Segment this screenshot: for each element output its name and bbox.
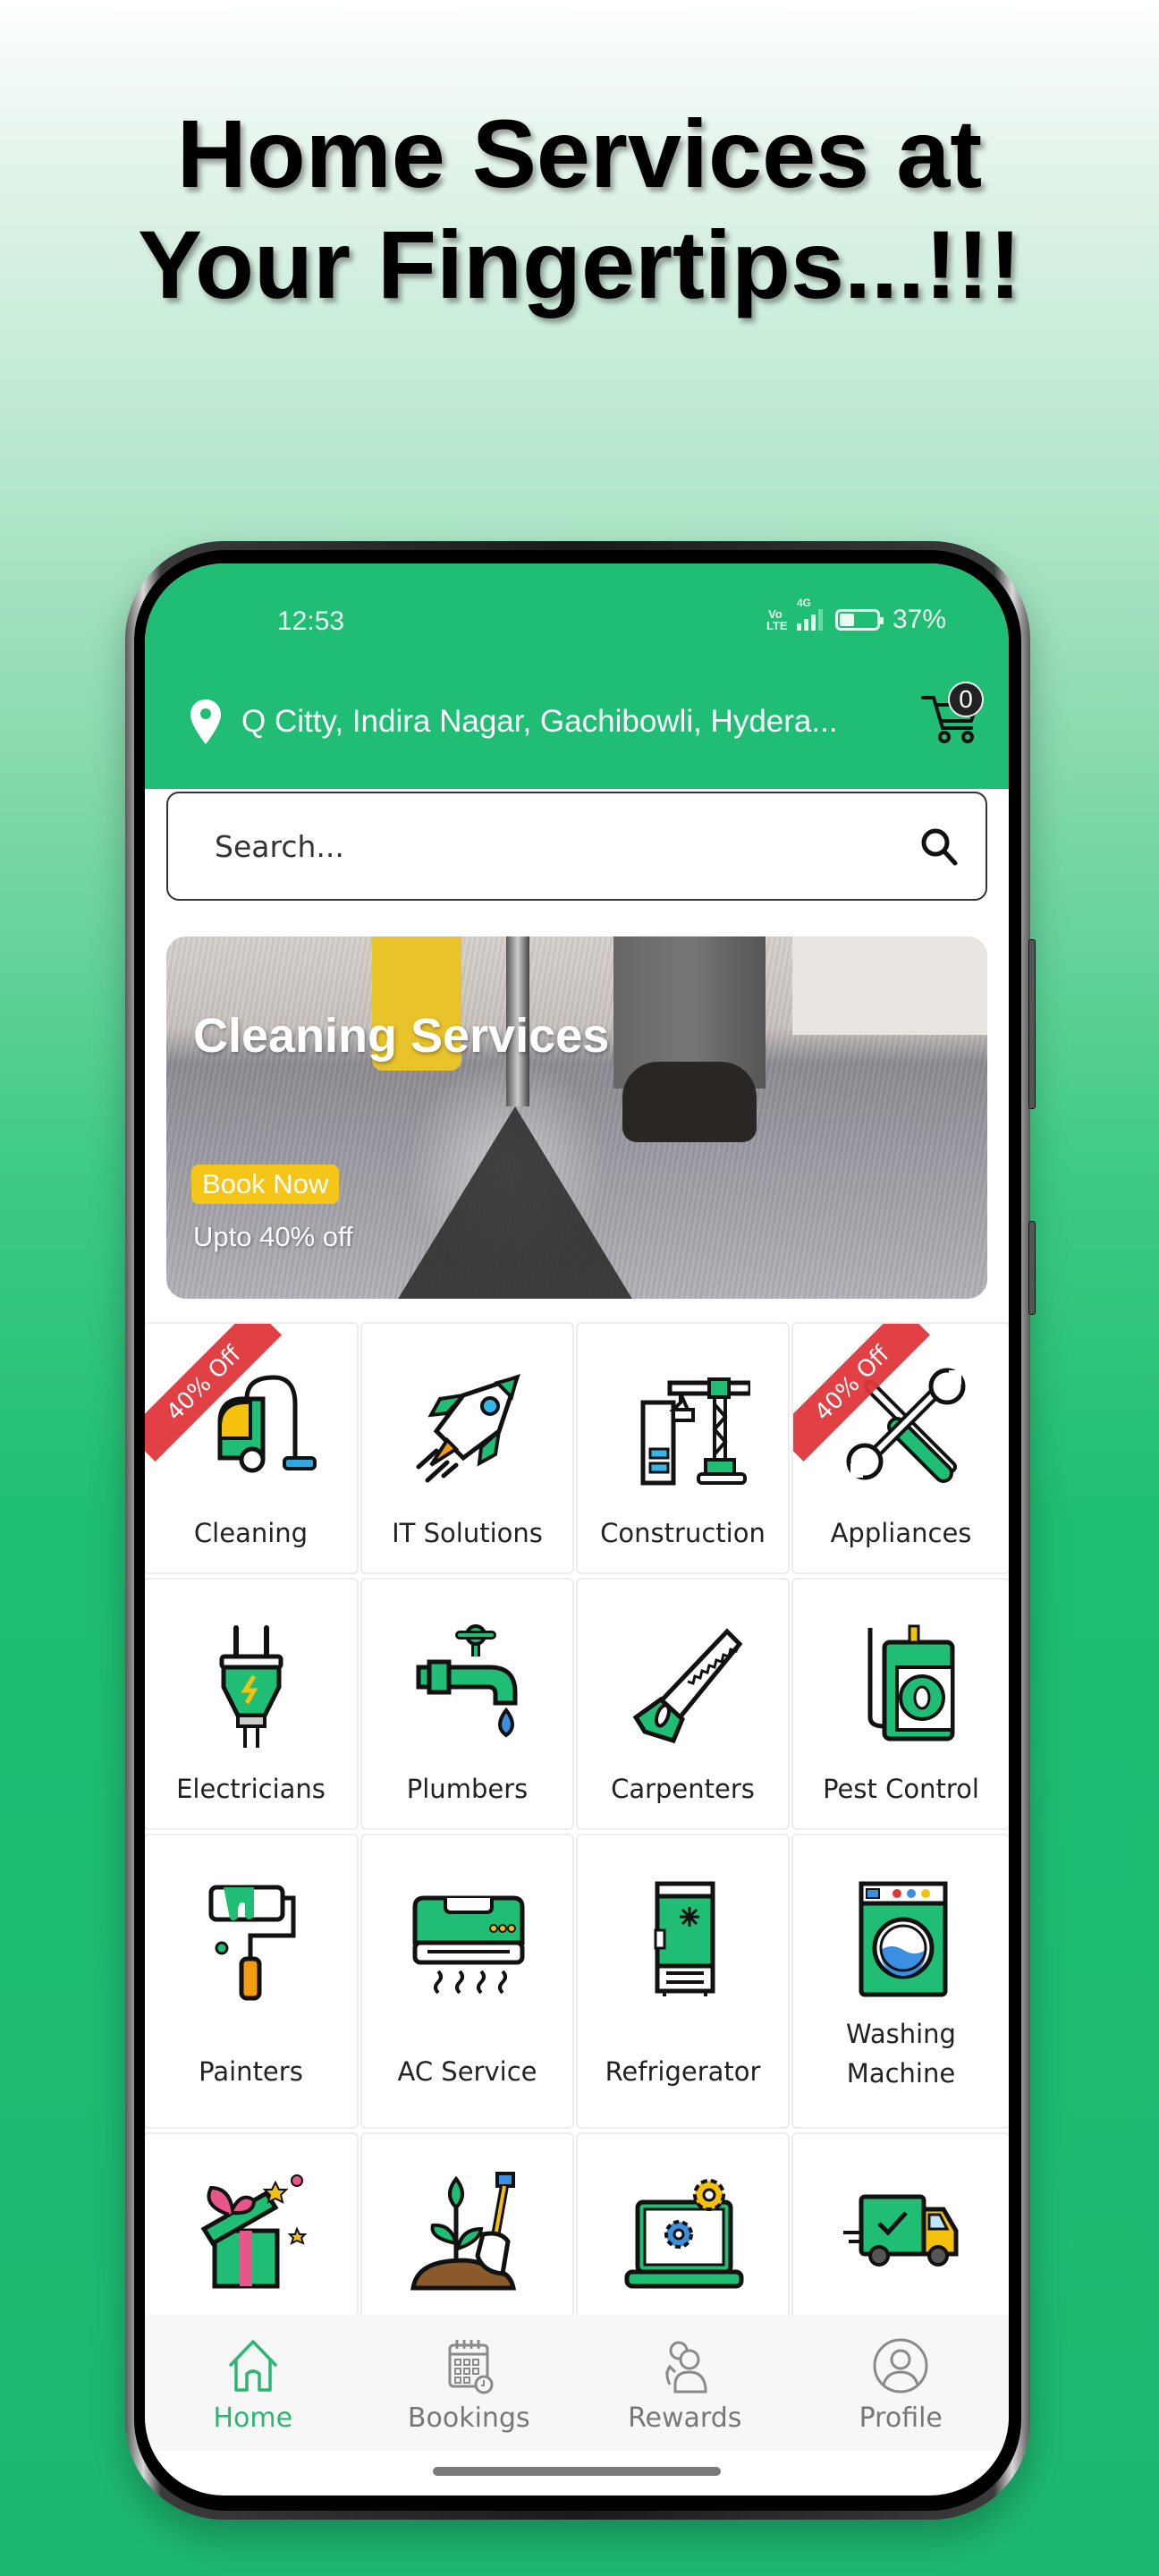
location-selector[interactable]: Q Citty, Indira Nagar, Gachibowli, Hyder… [188,698,838,746]
category-tile-it-solutions[interactable]: IT Solutions [362,1324,572,1572]
category-label-line1: Washing [846,2019,956,2049]
battery-level [839,614,855,626]
banner-image-shoe [622,1062,757,1142]
category-label: Carpenters [611,1774,755,1804]
category-label: AC Service [397,2056,537,2087]
category-label: Construction [600,1518,766,1548]
plug-icon [219,1625,283,1748]
promo-banner[interactable]: Cleaning Services Book Now Upto 40% off [166,936,987,1299]
app-header: 12:53 Vo LTE 4G 37% Q Citty, Indira Naga… [145,564,1009,789]
category-label: Washing Machine [793,2014,1009,2093]
category-label: Refrigerator [605,2056,761,2087]
category-tile-appliances[interactable]: 40% Off Appliances [793,1324,1009,1572]
status-icons: Vo LTE 4G 37% [766,597,946,635]
nav-label: Bookings [407,2402,530,2434]
washing-machine-icon [859,1881,947,1997]
book-now-button[interactable]: Book Now [191,1165,340,1204]
nav-tab-rewards[interactable]: Rewards [577,2315,793,2451]
signal-icon: 4G [796,597,823,631]
cart-count-badge: 0 [948,682,984,717]
search-bar[interactable] [166,792,987,901]
status-time: 12:53 [277,606,345,636]
gift-box-icon [200,2174,307,2289]
user-circle-icon [873,2338,928,2394]
rocket-icon [416,1374,520,1483]
nav-tab-profile[interactable]: Profile [793,2315,1010,2451]
air-conditioner-icon [412,1895,524,1995]
category-tile-pest-control[interactable]: Pest Control [793,1580,1009,1828]
category-label: Painters [199,2056,303,2087]
promo-headline-line1: Home Services at [176,99,983,208]
paint-roller-icon [208,1885,295,2001]
promo-headline-line2: Your Fingertips...!!! [138,210,1021,318]
category-tile-plumbers[interactable]: Plumbers [362,1580,572,1828]
location-text: Q Citty, Indira Nagar, Gachibowli, Hyder… [241,704,838,739]
category-tile-ac-service[interactable]: AC Service [362,1835,572,2127]
category-label: Pest Control [823,1774,979,1804]
map-pin-icon [190,699,221,744]
banner-image-sofa [792,936,987,1035]
home-indicator[interactable] [433,2467,721,2476]
category-tile-construction[interactable]: Construction [578,1324,788,1572]
category-label: IT Solutions [392,1518,543,1548]
laptop-gears-icon [624,2179,743,2289]
volte-icon: Vo LTE [766,608,788,632]
network-type: 4G [796,597,811,609]
category-tile-electricians[interactable]: Electricians [145,1580,357,1828]
refrigerator-icon [654,1881,715,1996]
app-screen: 12:53 Vo LTE 4G 37% Q Citty, Indira Naga… [145,564,1009,2496]
hand-saw-icon [632,1628,742,1744]
category-label: Plumbers [406,1774,529,1804]
banner-image-nozzle [390,1106,640,1299]
search-input[interactable] [215,828,918,864]
category-tile-carpenters[interactable]: Carpenters [578,1580,788,1828]
volume-button [1028,939,1036,1109]
nav-label: Rewards [628,2402,742,2434]
battery-icon [834,609,884,631]
category-tile-refrigerator[interactable]: Refrigerator [578,1835,788,2127]
category-tile-washing-machine[interactable]: Washing Machine [793,1835,1009,2127]
category-label: Cleaning [193,1518,309,1548]
category-tile-cleaning[interactable]: 40% Off Cleaning [145,1324,357,1572]
users-refer-icon [664,2341,707,2394]
search-icon[interactable] [918,825,960,868]
category-tile-painters[interactable]: Painters [145,1835,357,2127]
nav-label: Profile [859,2402,943,2434]
crane-icon [640,1377,750,1486]
banner-title: Cleaning Services [193,1009,610,1063]
battery-percent: 37% [892,605,946,634]
nav-tab-home[interactable]: Home [145,2315,361,2451]
pest-sprayer-icon [867,1624,954,1741]
promo-headline: Home Services at Your Fingertips...!!! [0,98,1159,320]
delivery-truck-icon [842,2194,958,2267]
banner-subtitle: Upto 40% off [193,1221,353,1252]
nav-tab-bookings[interactable]: Bookings [361,2315,578,2451]
gardening-plant-shovel-icon [410,2172,516,2291]
faucet-icon [416,1624,517,1738]
bottom-navigation: Home Bookings Rewards Profile [145,2315,1009,2451]
volte-bottom: LTE [766,619,788,632]
category-label-line2: Machine [846,2058,956,2089]
cart-button[interactable]: 0 [919,682,984,750]
power-button [1028,1221,1036,1315]
category-label: Electricians [176,1774,326,1804]
calendar-clock-icon [448,2340,494,2394]
nav-label: Home [213,2402,293,2434]
home-icon [229,2340,277,2392]
category-label: Appliances [830,1518,972,1548]
